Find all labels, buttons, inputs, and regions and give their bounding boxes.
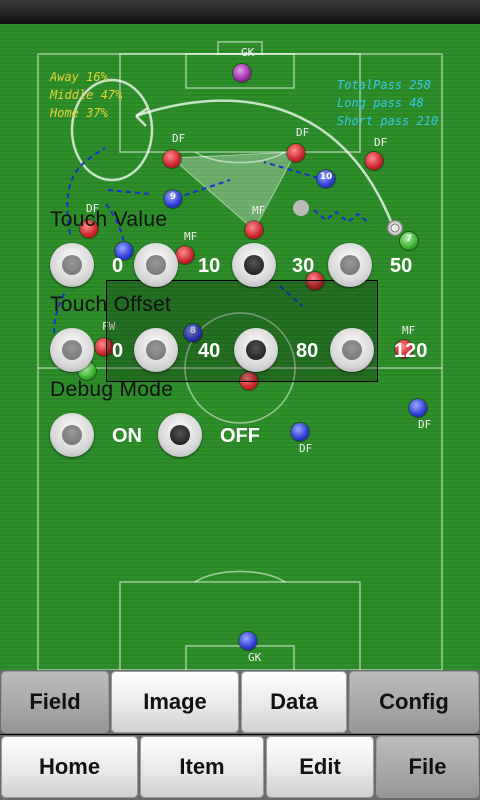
- stat-middle: Middle 47%: [50, 88, 123, 102]
- player-number: 7: [405, 234, 413, 244]
- tab-edit[interactable]: Edit: [266, 736, 374, 798]
- player-red-mf[interactable]: [176, 246, 194, 264]
- touch-offset-radio-0[interactable]: [50, 328, 94, 372]
- touch-offset-radio-80[interactable]: [234, 328, 278, 372]
- touch-value-option-0: 0: [112, 255, 124, 277]
- touch-offset-option-80: 80: [296, 340, 319, 362]
- stat-total-pass: TotalPass 258: [337, 78, 431, 92]
- player-green-7[interactable]: 7: [400, 232, 418, 250]
- player-role: MF: [184, 230, 198, 243]
- player-number: 9: [169, 192, 177, 202]
- tab-data[interactable]: Data: [241, 671, 347, 733]
- player-red-df[interactable]: [287, 144, 305, 162]
- touch-value-option-10: 10: [198, 255, 221, 277]
- player-role: MF: [252, 204, 266, 217]
- debug-mode-option-on: ON: [112, 425, 142, 447]
- ball-icon[interactable]: [387, 220, 403, 236]
- touch-offset-option-40: 40: [198, 340, 221, 362]
- tab-field[interactable]: Field: [1, 671, 109, 733]
- touch-value-option-50: 50: [390, 255, 413, 277]
- touch-value-option-30: 30: [292, 255, 315, 277]
- player-red-mf[interactable]: [245, 221, 263, 239]
- stats-left: Away 16% Middle 47% Home 37%: [50, 68, 122, 122]
- player-role: GK: [241, 46, 255, 59]
- touch-value-label: Touch Value: [50, 208, 168, 231]
- player-blue-9[interactable]: 9: [164, 190, 182, 208]
- player-gk-top[interactable]: [233, 64, 251, 82]
- player-number: 10: [319, 172, 333, 182]
- debug-mode-radio-on[interactable]: [50, 413, 94, 457]
- stat-away: Away 16%: [50, 70, 108, 84]
- touch-offset-option-120: 120: [394, 340, 428, 362]
- stat-short-pass: Short pass 210: [337, 114, 439, 128]
- debug-mode-option-off: OFF: [220, 425, 260, 447]
- player-role: GK: [248, 651, 262, 664]
- touch-offset-option-0: 0: [112, 340, 124, 362]
- stat-long-pass: Long pass 48: [337, 96, 424, 110]
- touch-offset-radio-40[interactable]: [134, 328, 178, 372]
- touch-value-radio-50[interactable]: [328, 243, 372, 287]
- tab-home[interactable]: Home: [1, 736, 138, 798]
- top-tab-bar: Field Image Data Config: [0, 670, 480, 734]
- player-role: DF: [172, 132, 186, 145]
- player-blue-10[interactable]: 10: [317, 170, 335, 188]
- tab-image[interactable]: Image: [111, 671, 239, 733]
- stats-right: TotalPass 258 Long pass 48 Short pass 21…: [337, 76, 438, 130]
- player-red-df[interactable]: [365, 152, 383, 170]
- bottom-tab-bar: Home Item Edit File: [0, 735, 480, 800]
- player-role: DF: [418, 418, 432, 431]
- debug-mode-radio-off[interactable]: [158, 413, 202, 457]
- player-red-df[interactable]: [163, 150, 181, 168]
- player-blue-df[interactable]: [291, 423, 309, 441]
- tab-file[interactable]: File: [376, 736, 479, 798]
- ball-marker: [293, 200, 309, 216]
- player-role: DF: [299, 442, 313, 455]
- touch-offset-label: Touch Offset: [50, 293, 172, 316]
- player-blue-df[interactable]: [409, 399, 427, 417]
- status-bar: [0, 0, 480, 24]
- tab-item[interactable]: Item: [140, 736, 264, 798]
- player-role: MF: [402, 324, 416, 337]
- player-role: DF: [296, 126, 310, 139]
- touch-value-radio-0[interactable]: [50, 243, 94, 287]
- touch-value-radio-10[interactable]: [134, 243, 178, 287]
- player-gk-bottom[interactable]: [239, 632, 257, 650]
- stat-home: Home 37%: [50, 106, 108, 120]
- touch-value-radio-30[interactable]: [232, 243, 276, 287]
- debug-mode-label: Debug Mode: [50, 378, 174, 401]
- touch-offset-radio-120[interactable]: [330, 328, 374, 372]
- tab-config[interactable]: Config: [349, 671, 479, 733]
- player-role: DF: [374, 136, 388, 149]
